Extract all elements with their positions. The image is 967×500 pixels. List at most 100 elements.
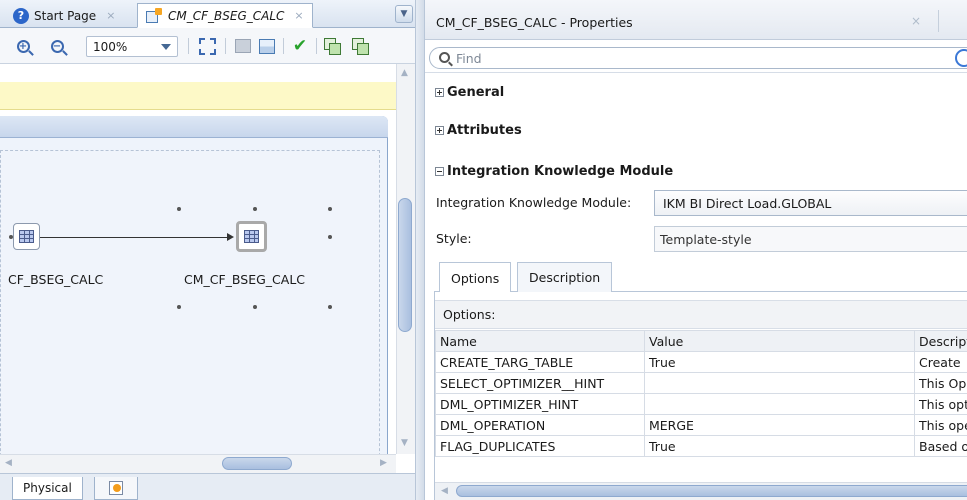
copy-icon[interactable] [351,37,369,55]
target-node[interactable] [236,221,267,252]
fit-to-window-icon[interactable] [198,37,216,55]
table-horizontal-scroll-thumb[interactable] [456,485,967,497]
option-description: This Op [914,372,967,394]
section-title: Integration Knowledge Module [447,163,674,179]
option-value[interactable]: True [644,351,915,373]
tab-description[interactable]: Description [517,262,613,292]
connector-handle[interactable] [9,235,13,239]
tab-label: Options [451,270,500,286]
option-value[interactable] [644,372,915,394]
close-icon[interactable]: × [106,9,115,22]
separator [225,38,226,54]
copy-icon[interactable] [323,37,341,55]
option-name: FLAG_DUPLICATES [435,435,645,457]
style-label: Style: [436,231,472,246]
zoom-out-icon[interactable]: − [48,37,66,55]
column-header-name[interactable]: Name [435,330,645,352]
tab-label: Start Page [34,8,97,23]
options-header: Options: [435,300,967,329]
section-general[interactable]: General [425,78,967,106]
tab-start-page[interactable]: ? Start Page × [4,3,124,28]
zoom-value: 100% [93,39,128,54]
style-value: Template-style [660,231,752,247]
datastore-icon [236,221,267,252]
table-row[interactable]: SELECT_OPTIMIZER__HINT This Op [435,372,967,394]
option-description: Based o [914,435,967,457]
section-title: General [447,84,505,100]
table-row[interactable]: FLAG_DUPLICATES True Based o [435,435,967,457]
layout-icon[interactable] [258,37,276,55]
search-placeholder: Find [456,50,482,66]
selection-handle[interactable] [177,207,181,211]
diagram-toolbar: + − 100% ✔ [0,28,415,64]
connector-arrow [227,233,234,241]
selection-handle[interactable] [328,305,332,309]
ikm-select[interactable]: IKM BI Direct Load.GLOBAL [654,190,967,216]
option-description: Create [914,351,967,373]
tab-physical[interactable]: Physical [12,477,83,500]
zoom-select[interactable]: 100% [86,36,178,57]
scroll-up-icon[interactable]: ▲ [401,68,408,78]
tab-options[interactable]: Options [439,262,512,293]
editor-tab-bar: ? Start Page × CM_CF_BSEG_CALC × ▼ [0,0,415,28]
table-row[interactable]: CREATE_TARG_TABLE True Create [435,351,967,373]
section-attributes[interactable]: Attributes [425,116,967,144]
logical-view-icon [109,481,123,495]
scroll-left-icon[interactable]: ◀ [5,458,12,468]
table-row[interactable]: DML_OPTIMIZER_HINT This opt [435,393,967,415]
scroll-right-icon[interactable]: ▶ [380,458,387,468]
dataset-header [0,116,388,138]
search-icon [439,52,450,63]
option-value[interactable]: True [644,435,915,457]
source-node-label: CF_BSEG_CALC [8,272,104,287]
target-node-label: CM_CF_BSEG_CALC [184,272,306,287]
tab-logical[interactable] [94,477,138,500]
option-name: CREATE_TARG_TABLE [435,351,645,373]
horizontal-scroll-thumb[interactable] [222,457,292,470]
separator [283,38,284,54]
selection-handle[interactable] [253,207,257,211]
section-ikm[interactable]: Integration Knowledge Module [425,157,967,185]
close-icon[interactable]: × [911,14,921,28]
column-header-value[interactable]: Value [644,330,915,352]
source-node[interactable] [13,223,40,250]
vertical-scroll-thumb[interactable] [398,198,412,332]
disabled-icon[interactable] [234,37,252,55]
horizontal-scrollbar[interactable]: ◀ ▶ [0,454,396,473]
tab-mapping[interactable]: CM_CF_BSEG_CALC × [137,3,313,28]
subtab-bar [434,262,967,292]
collapse-icon[interactable] [435,166,444,176]
chevron-down-icon[interactable]: ▼ [395,5,413,23]
chevron-down-icon [161,44,171,50]
selection-handle[interactable] [328,235,332,239]
expand-icon[interactable] [435,87,444,97]
option-value[interactable] [644,393,915,415]
zoom-in-icon[interactable]: + [14,37,32,55]
expand-icon[interactable] [435,125,444,135]
validate-check-icon[interactable]: ✔ [291,36,309,56]
dataset-body [0,150,380,466]
close-icon[interactable]: × [294,9,303,22]
separator [316,38,317,54]
scroll-left-icon[interactable]: ◀ [441,486,448,496]
help-icon: ? [13,7,29,24]
datastore-icon [13,223,40,250]
ikm-value: IKM BI Direct Load.GLOBAL [663,195,832,211]
search-input[interactable]: Find [429,47,967,69]
search-options-icon[interactable] [955,49,967,67]
table-header-row: Name Value Descript [435,330,967,352]
mapping-icon [146,7,162,24]
scroll-down-icon[interactable]: ▼ [401,438,408,448]
mapping-editor-pane: ? Start Page × CM_CF_BSEG_CALC × ▼ + − 1… [0,0,415,500]
pane-splitter[interactable] [415,0,425,500]
tab-label: Description [529,270,601,285]
column-header-description[interactable]: Descript [914,330,967,352]
option-value[interactable]: MERGE [644,414,915,436]
style-field: Template-style [654,226,967,252]
option-name: SELECT_OPTIMIZER__HINT [435,372,645,394]
selection-handle[interactable] [328,207,332,211]
connector-line[interactable] [40,237,230,238]
selection-handle[interactable] [177,305,181,309]
table-row[interactable]: DML_OPERATION MERGE This ope [435,414,967,436]
selection-handle[interactable] [253,305,257,309]
